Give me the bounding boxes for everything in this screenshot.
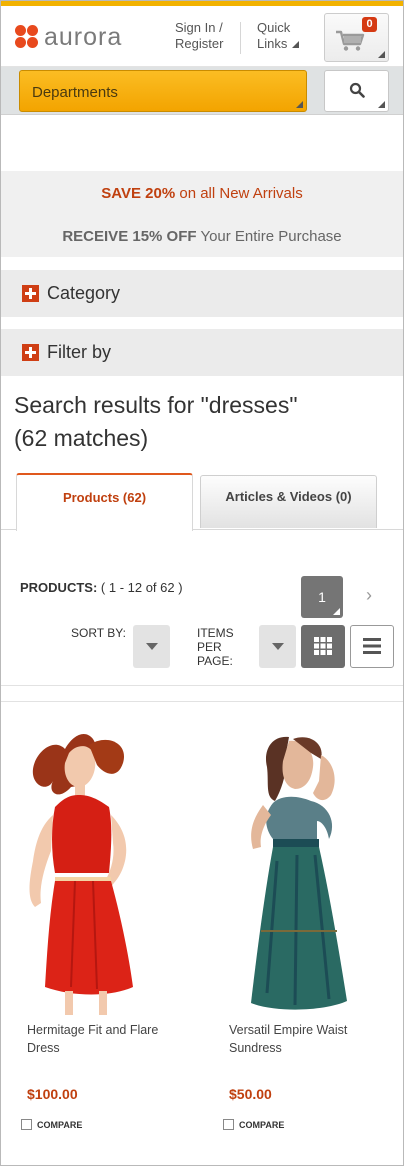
products-range-text: ( 1 - 12 of 62 ) [100,580,183,595]
divider [1,685,403,686]
search-icon [349,82,365,98]
product-price: $50.00 [229,1086,272,1102]
grid-icon [314,637,332,655]
promo-1-highlight: SAVE 20% [101,185,176,202]
quick-links-menu[interactable]: Quick Links [257,20,300,52]
next-page-icon[interactable]: › [366,585,372,606]
promo-line-2[interactable]: RECEIVE 15% OFF Your Entire Purchase [1,228,403,245]
dropdown-corner-icon [292,41,300,48]
promo-1-text: on all New Arrivals [175,185,303,202]
product-image[interactable] [237,731,367,1016]
sort-by-dropdown[interactable] [133,625,170,668]
compare-label: COMPARE [37,1119,83,1130]
department-bar: Departments [1,67,403,115]
dropdown-corner-icon [333,608,340,615]
tab-articles-videos[interactable]: Articles & Videos (0) [200,475,377,528]
dropdown-corner-icon [378,51,385,58]
search-button[interactable] [324,70,389,112]
departments-label: Departments [32,84,118,101]
checkbox-icon [21,1119,32,1130]
product-name[interactable]: Hermitage Fit and Flare Dress [27,1021,187,1057]
category-label: Category [47,283,121,303]
result-tabs: Products (62) Articles & Videos (0) [1,473,403,531]
product-name-line-1: Hermitage Fit and Flare [27,1023,159,1037]
divider [1,701,403,702]
header-divider [240,22,241,54]
products-range: PRODUCTS: ( 1 - 12 of 62 ) [20,580,183,595]
category-accordion[interactable]: Category [1,270,403,317]
cart-count-badge: 0 [362,17,377,32]
quick-links-label-2: Links [257,36,288,51]
ipp-line-3: PAGE: [197,654,233,668]
product-price: $100.00 [27,1086,78,1102]
dropdown-corner-icon [296,101,303,108]
page-frame: aurora Sign In / Register Quick Links 0 … [0,0,404,1166]
logo-text: aurora [44,23,123,51]
results-count: (62 matches) [14,425,149,451]
logo[interactable]: aurora [15,23,123,51]
header: aurora Sign In / Register Quick Links 0 [1,6,403,67]
grid-view-button[interactable] [301,625,345,668]
results-query: Search results for "dresses" [14,392,298,418]
product-name-line-1: Versatil Empire Waist [229,1023,348,1037]
promo-line-1[interactable]: SAVE 20% on all New Arrivals [1,185,403,202]
promo-2-highlight: RECEIVE 15% OFF [62,228,197,245]
sign-in-link[interactable]: Sign In / Register [175,20,223,52]
promo-2-text: Your Entire Purchase [196,228,342,245]
checkbox-icon [223,1119,234,1130]
promo-banner: SAVE 20% on all New Arrivals RECEIVE 15%… [1,171,403,257]
departments-button[interactable]: Departments [19,70,307,112]
filter-accordion[interactable]: Filter by [1,329,403,376]
plus-icon [22,344,39,361]
logo-flower-icon [15,25,39,49]
sign-in-label: Sign In / [175,20,223,35]
cart-button[interactable]: 0 [324,13,389,62]
plus-icon [22,285,39,302]
cart-icon [336,30,365,51]
compare-checkbox[interactable]: COMPARE [21,1119,82,1130]
ipp-line-1: ITEMS [197,626,234,640]
list-view-button[interactable] [350,625,394,668]
filter-label: Filter by [47,342,112,362]
products-label: PRODUCTS: [20,580,98,595]
quick-links-label-1: Quick [257,20,291,35]
search-results-heading: Search results for "dresses" (62 matches… [14,389,298,455]
register-label: Register [175,36,224,51]
product-name-line-2: Dress [27,1041,60,1055]
compare-checkbox[interactable]: COMPARE [223,1119,284,1130]
product-name-line-2: Sundress [229,1041,282,1055]
items-per-page-label: ITEMS PER PAGE: [197,626,234,668]
ipp-line-2: PER [197,640,222,654]
current-page: 1 [318,589,326,605]
sort-by-label: SORT BY: [71,626,126,640]
compare-label: COMPARE [239,1119,285,1130]
list-icon [363,638,381,654]
items-per-page-dropdown[interactable] [259,625,296,668]
dropdown-corner-icon [378,101,385,108]
tab-products[interactable]: Products (62) [16,473,193,531]
product-name[interactable]: Versatil Empire Waist Sundress [229,1021,389,1057]
page-select-button[interactable]: 1 [301,576,343,618]
product-image[interactable] [25,731,160,1016]
